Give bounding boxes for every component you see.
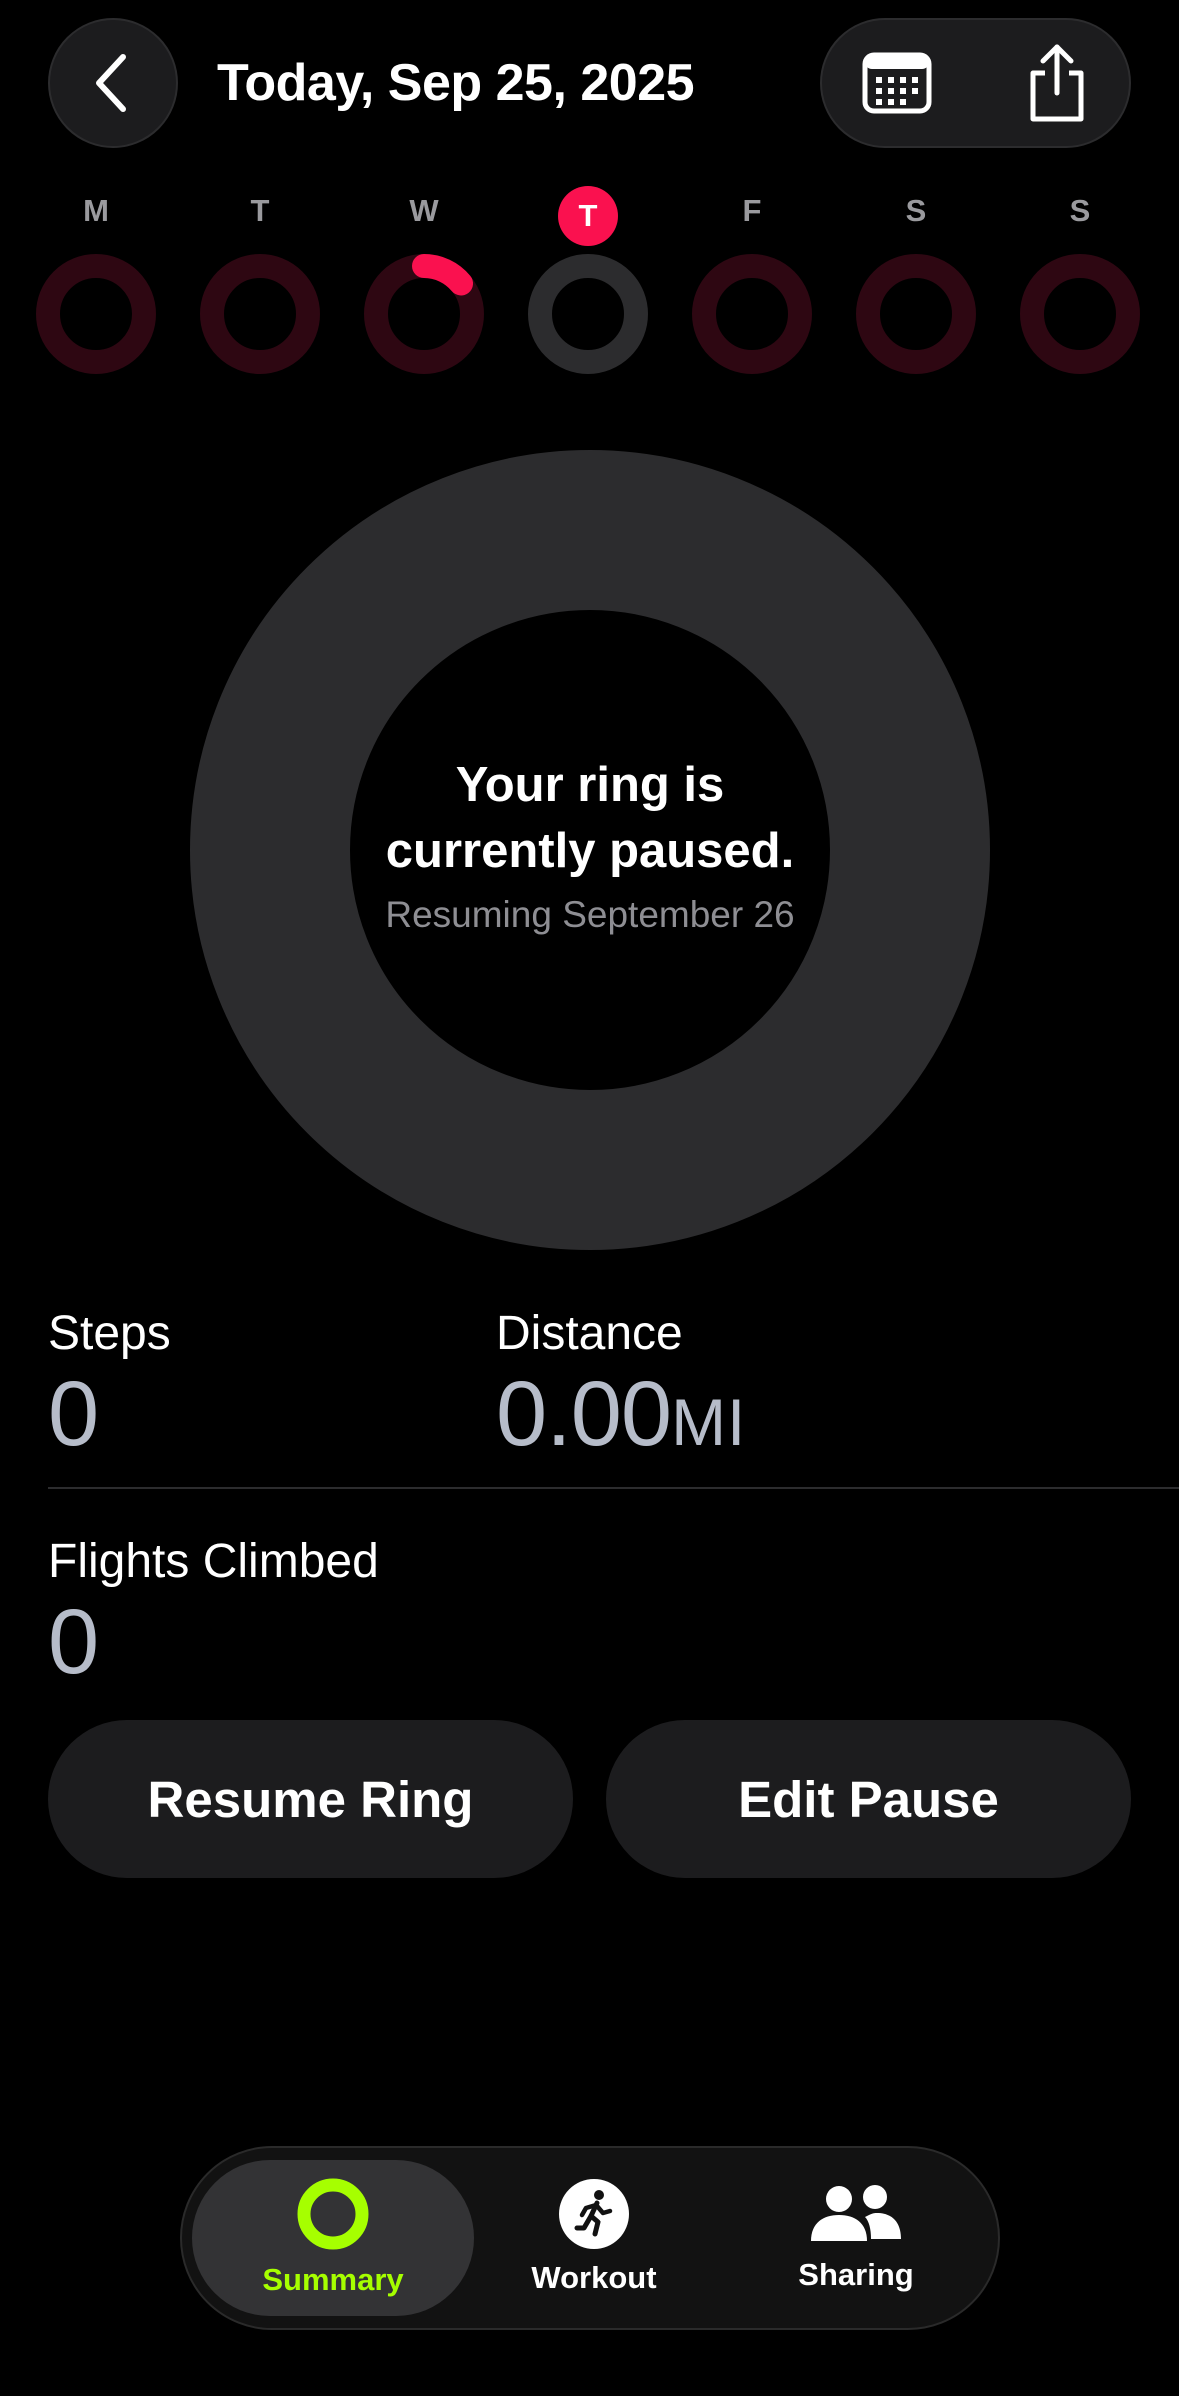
day-ring: [364, 254, 484, 374]
week-day-letter: F: [742, 193, 762, 228]
ring-track: [528, 254, 648, 374]
week-day-4[interactable]: F: [682, 186, 822, 386]
tab-bar: Summary Workout Sharing: [180, 2146, 1000, 2330]
tab-sharing-label: Sharing: [798, 2257, 914, 2292]
ring-track: [856, 254, 976, 374]
ring-title-line1: Your ring is: [455, 758, 725, 812]
calendar-icon: [862, 52, 932, 114]
day-ring: [1020, 254, 1140, 374]
tab-sharing[interactable]: Sharing: [714, 2148, 998, 2328]
back-button[interactable]: [48, 18, 178, 148]
people-icon: [811, 2185, 901, 2241]
flights-label: Flights Climbed: [48, 1535, 379, 1588]
distance-stat: Distance 0.00MI: [496, 1304, 746, 1472]
week-day-6[interactable]: S: [1010, 186, 1150, 386]
divider: [48, 1487, 1179, 1489]
ring-subtitle: Resuming September 26: [385, 894, 795, 935]
ring-track: [1020, 254, 1140, 374]
tab-summary-label: Summary: [262, 2262, 404, 2297]
summary-ring-icon: [297, 2178, 369, 2250]
week-day-1[interactable]: T: [190, 186, 330, 386]
week-day-letter: T: [558, 186, 618, 246]
header-actions: [820, 18, 1131, 148]
week-day-letter: S: [1069, 193, 1091, 228]
steps-label: Steps: [48, 1307, 171, 1360]
tab-summary[interactable]: Summary: [192, 2148, 474, 2328]
flights-value: 0: [48, 1591, 99, 1693]
day-ring: [856, 254, 976, 374]
ring-track: [692, 254, 812, 374]
week-day-letter: M: [83, 193, 109, 228]
distance-label: Distance: [496, 1307, 683, 1360]
steps-stat: Steps 0: [48, 1304, 171, 1464]
edit-pause-button[interactable]: Edit Pause: [606, 1720, 1131, 1878]
week-day-3[interactable]: T: [518, 186, 658, 386]
chevron-left-icon: [96, 54, 126, 112]
day-ring: [200, 254, 320, 374]
ring-title-line2: currently paused.: [385, 824, 795, 878]
share-button[interactable]: [982, 20, 1132, 146]
ring-status: Your ring is currently paused. Resuming …: [340, 752, 840, 940]
tab-workout[interactable]: Workout: [474, 2148, 714, 2328]
ring-track: [36, 254, 156, 374]
ring-track: [200, 254, 320, 374]
day-ring: [692, 254, 812, 374]
flights-stat: Flights Climbed 0: [48, 1532, 379, 1692]
week-day-0[interactable]: M: [26, 186, 166, 386]
resume-ring-button[interactable]: Resume Ring: [48, 1720, 573, 1878]
week-day-letter: T: [250, 193, 270, 228]
distance-unit: MI: [671, 1385, 747, 1459]
share-icon: [1030, 44, 1084, 122]
day-ring: [36, 254, 156, 374]
ring-title: Your ring is currently paused.: [340, 752, 840, 884]
day-ring-paused: [528, 254, 648, 374]
running-figure-icon: [559, 2179, 629, 2249]
distance-value: 0.00: [496, 1363, 672, 1465]
week-day-letter: S: [905, 193, 927, 228]
week-day-5[interactable]: S: [846, 186, 986, 386]
page-title: Today, Sep 25, 2025: [217, 54, 695, 112]
steps-value: 0: [48, 1363, 99, 1465]
tab-workout-label: Workout: [531, 2260, 657, 2295]
week-day-2[interactable]: W: [354, 186, 494, 386]
calendar-button[interactable]: [822, 20, 972, 146]
week-day-letter: W: [409, 193, 439, 228]
